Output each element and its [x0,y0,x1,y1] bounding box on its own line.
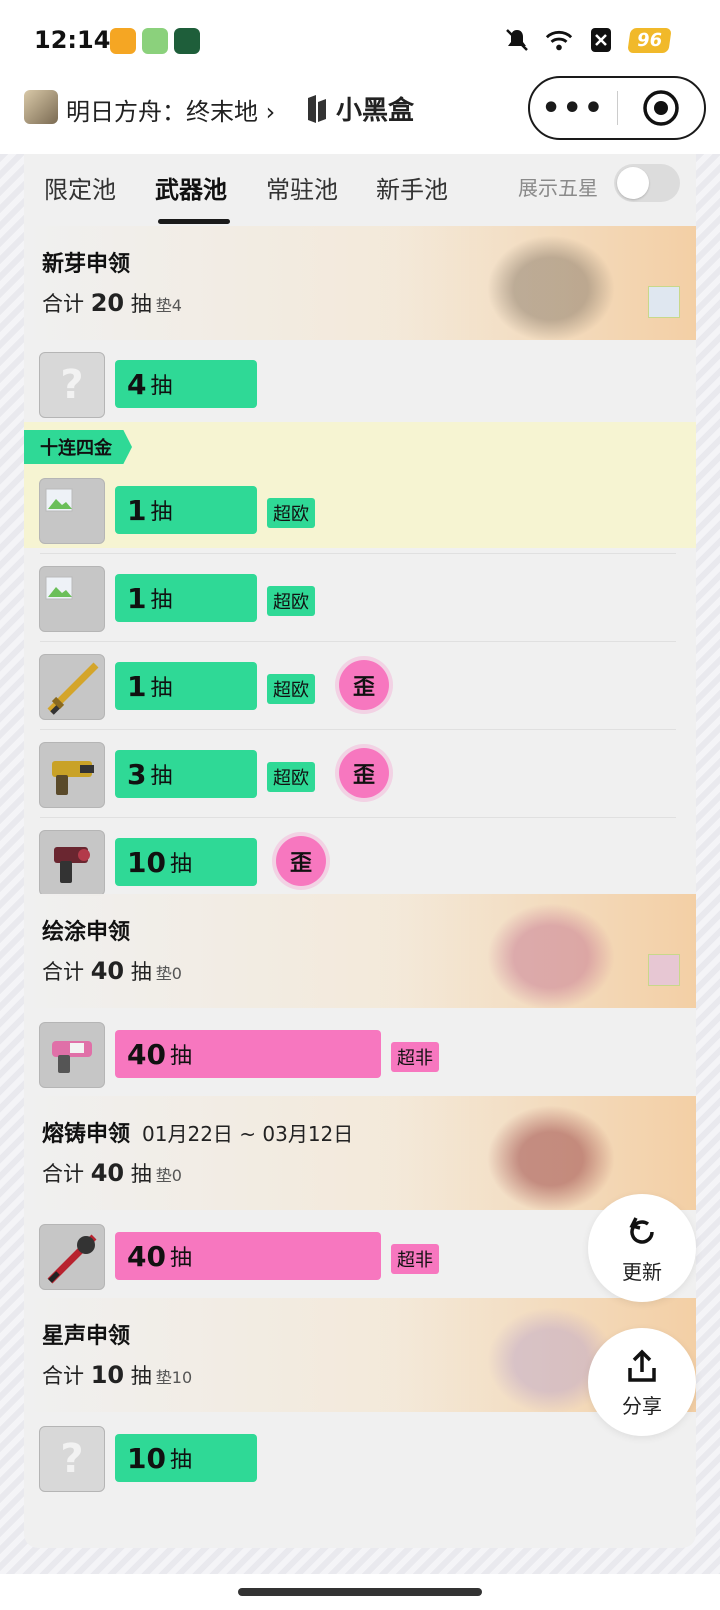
weapon-banner-art [476,894,626,1008]
brand-logo: 小黑盒 [304,90,414,127]
pool-name: 熔铸申领 01月22日 ~ 03月12日 [42,1122,354,1147]
pull-count-bar: 10 抽 [115,1434,257,1482]
status-time: 12:14 [34,26,111,54]
gacha-record-panel: 限定池 武器池 常驻池 新手池 展示五星 新芽申领 合计 20 抽垫4 ? 4抽… [24,154,696,1548]
pool-total: 合计 40 抽垫0 [42,957,182,985]
pool-total-count: 40 [90,957,125,985]
sim-blocked-icon [587,26,615,54]
pull-row[interactable]: 1抽 超欧 [24,554,696,642]
pull-count-bar: 1抽 [115,574,257,622]
pity-pad: 垫0 [155,1166,182,1185]
pool-total: 合计 20 抽垫4 [42,289,182,317]
featured-weapon-thumb [648,954,680,986]
pull-row[interactable]: 1抽 超欧 [24,466,696,554]
pool-total-count: 10 [90,1361,125,1389]
pull-row[interactable]: ? 10 抽 [24,1414,696,1502]
pool-total: 合计 40 抽垫0 [42,1159,182,1187]
weapon-image-placeholder [39,478,105,544]
gun-weapon-icon [39,742,105,808]
pull-count-bar: 4抽 [115,360,257,408]
xiaoheihe-icon [308,94,326,123]
show-five-star-label: 展示五星 [518,176,598,200]
tab-standard[interactable]: 常驻池 [266,170,338,205]
sword-weapon-icon [39,1224,105,1290]
share-icon [628,1349,656,1382]
pull-count-bar: 10 抽 [115,838,257,886]
pull-count-bar: 3抽 [115,750,257,798]
pull-row[interactable]: ? 4抽 [24,340,696,428]
pool-total-count: 40 [90,1159,125,1187]
wifi-icon [545,26,573,54]
share-label: 分享 [622,1393,662,1418]
mute-icon [503,26,531,54]
pull-count-bar: 40 抽 [115,1030,381,1078]
pool-header: 新芽申领 合计 20 抽垫4 [24,226,696,340]
game-avatar[interactable] [24,90,58,124]
unknown-item-icon: ? [39,352,105,418]
refresh-label: 更新 [622,1259,662,1284]
toggle-knob [617,167,649,199]
brand-name: 小黑盒 [336,96,415,126]
pull-count-bar: 1抽 [115,662,257,710]
app-notification-icon [110,28,136,54]
tab-weapon[interactable]: 武器池 [155,170,227,205]
active-tab-indicator [158,219,230,224]
pity-pad: 垫10 [155,1368,193,1387]
weapon-image-placeholder [39,566,105,632]
tab-beginner[interactable]: 新手池 [376,170,448,205]
lucky-tag: 超欧 [267,674,315,704]
mini-program-capsule: ••• [528,76,706,140]
pool-name: 新芽申领 [42,252,131,277]
game-selector[interactable]: 明日方舟：终末地 › [66,92,275,127]
pool-name: 星声申领 [42,1324,131,1349]
pool-header: 绘涂申领 合计 40 抽垫0 [24,894,696,1008]
show-five-star-toggle[interactable] [614,164,680,202]
off-banner-badge: 歪 [339,660,389,710]
pull-count-bar: 40 抽 [115,1232,381,1280]
close-button[interactable] [618,88,705,128]
target-close-icon [643,90,679,126]
status-bar: 12:14 96 [0,0,720,84]
gun-weapon-icon [39,830,105,896]
refresh-icon [629,1216,654,1244]
pull-row[interactable]: 3抽 超欧 歪 [24,730,696,818]
gun-weapon-icon [39,1022,105,1088]
pity-pad: 垫4 [155,296,182,315]
ten-pull-ribbon: 十连四金 [24,430,132,464]
game-notification-icon [174,28,200,54]
refresh-button[interactable]: 更新 [588,1194,696,1302]
pity-pad: 垫0 [155,964,182,983]
lucky-tag: 超欧 [267,586,315,616]
lucky-tag: 超欧 [267,762,315,792]
share-button[interactable]: 分享 [588,1328,696,1436]
featured-weapon-thumb [648,286,680,318]
unlucky-tag: 超非 [391,1042,439,1072]
pull-row[interactable]: 40 抽 超非 [24,1010,696,1098]
more-button[interactable]: ••• [530,91,617,126]
pool-header: 熔铸申领 01月22日 ~ 03月12日 合计 40 抽垫0 [24,1096,696,1210]
unlucky-tag: 超非 [391,1244,439,1274]
off-banner-badge: 歪 [339,748,389,798]
lucky-tag: 超欧 [267,498,315,528]
pool-name: 绘涂申领 [42,920,131,945]
pull-count-bar: 1抽 [115,486,257,534]
pull-row[interactable]: 10 抽 歪 [24,818,696,906]
off-banner-badge: 歪 [276,836,326,886]
tab-limited[interactable]: 限定池 [44,170,116,205]
weapon-banner-art [476,226,626,340]
unknown-item-icon: ? [39,1426,105,1492]
pool-total: 合计 10 抽垫10 [42,1361,193,1389]
pull-row[interactable]: 1抽 超欧 歪 [24,642,696,730]
home-indicator[interactable] [238,1588,482,1596]
download-notification-icon [142,28,168,54]
sword-weapon-icon [39,654,105,720]
pool-date-range: 01月22日 ~ 03月12日 [142,1122,354,1146]
pool-total-count: 20 [90,289,125,317]
weapon-banner-art [476,1096,626,1210]
pool-tabs: 限定池 武器池 常驻池 新手池 展示五星 [24,154,696,226]
battery-indicator: 96 [627,27,672,53]
